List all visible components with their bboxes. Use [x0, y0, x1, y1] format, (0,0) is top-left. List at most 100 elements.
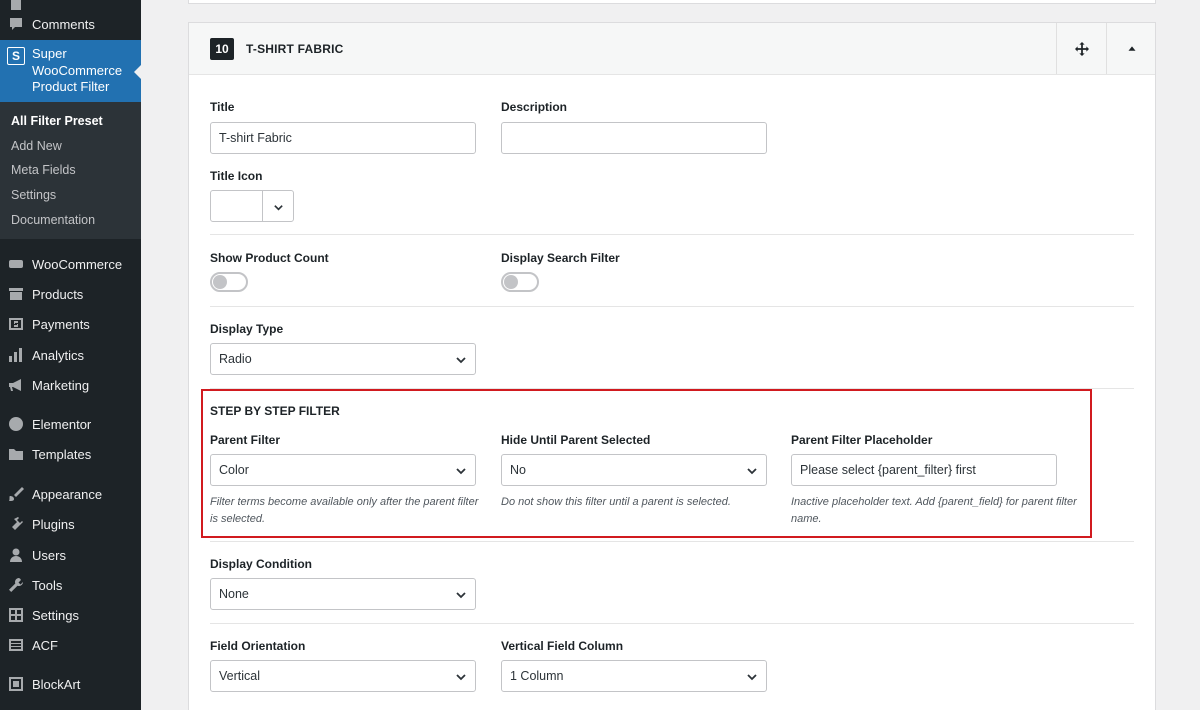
sidebar-item-label: Templates: [32, 446, 92, 462]
panel-header[interactable]: 10 T-SHIRT FABRIC: [189, 23, 1155, 75]
display-type-label: Display Type: [210, 322, 284, 336]
submenu: All Filter Preset Add New Meta Fields Se…: [0, 102, 141, 239]
sidebar-item-label: Super WooCommerce Product Filter: [32, 46, 123, 94]
display-condition-value: None: [219, 587, 249, 601]
search-filter-toggle[interactable]: [501, 272, 539, 292]
field-orientation-label: Field Orientation: [210, 639, 306, 653]
sidebar-item-payments[interactable]: Payments: [0, 311, 141, 337]
chevron-down-icon: [455, 589, 467, 601]
show-count-label: Show Product Count: [210, 251, 329, 265]
sidebar-item-comments[interactable]: Comments: [0, 11, 141, 37]
blockart-icon: [7, 675, 25, 693]
sidebar-item-acf[interactable]: ACF: [0, 632, 141, 658]
vertical-column-value: 1 Column: [510, 669, 564, 683]
toggle-knob: [504, 275, 518, 289]
move-handle[interactable]: [1056, 23, 1106, 74]
megaphone-icon: [7, 376, 25, 394]
sidebar-item-label: Tools: [32, 577, 63, 593]
comment-icon: [7, 15, 25, 33]
sidebar-item-label: Elementor: [32, 416, 92, 432]
sidebar-item-appearance[interactable]: Appearance: [0, 481, 141, 507]
title-icon-label: Title Icon: [210, 169, 263, 183]
divider: [210, 541, 1134, 542]
sidebar-item-settings[interactable]: Settings: [0, 602, 141, 628]
sidebar-item-label: Appearance: [32, 486, 103, 502]
search-filter-label: Display Search Filter: [501, 251, 620, 265]
super-s-icon: S: [7, 47, 25, 65]
title-label: Title: [210, 100, 235, 114]
users-icon: [7, 546, 25, 564]
move-icon: [1074, 41, 1089, 56]
sidebar-item-label: Settings: [32, 607, 79, 623]
sidebar-item-label: BlockArt: [32, 676, 81, 692]
acf-icon: [7, 636, 25, 654]
description-input-field[interactable]: [510, 131, 766, 145]
sidebar-item-label: Marketing: [32, 377, 90, 393]
field-orientation-value: Vertical: [219, 669, 260, 683]
sidebar-item-super-product-filter[interactable]: S Super WooCommerce Product Filter: [0, 40, 142, 102]
description-input[interactable]: [501, 122, 767, 154]
chevron-down-icon: [746, 671, 758, 683]
filter-panel: 10 T-SHIRT FABRIC Title Description Titl…: [188, 22, 1156, 710]
submenu-all-filter-preset[interactable]: All Filter Preset: [11, 114, 103, 128]
title-input[interactable]: [210, 122, 476, 154]
sidebar-item-label: Analytics: [32, 347, 85, 363]
sidebar-item-label: Payments: [32, 316, 90, 332]
sidebar-item-plugins[interactable]: Plugins: [0, 511, 141, 537]
toggle-knob: [213, 275, 227, 289]
admin-sidebar: Comments S Super WooCommerce Product Fil…: [0, 0, 142, 710]
sidebar-item-marketing[interactable]: Marketing: [0, 372, 141, 398]
chevron-down-icon: [455, 354, 467, 366]
plugin-icon: [7, 515, 25, 533]
display-type-value: Radio: [219, 352, 252, 366]
sidebar-item-label: ACF: [32, 637, 58, 653]
elementor-icon: [7, 415, 25, 433]
woo-icon: [7, 255, 25, 273]
step-filter-highlight-box: [201, 389, 1092, 538]
collapse-button[interactable]: [1106, 23, 1156, 74]
sidebar-item-label: Comments: [32, 16, 95, 32]
wrench-icon: [7, 576, 25, 594]
sidebar-item-blockart[interactable]: BlockArt: [0, 671, 141, 697]
icon-picker-divider: [262, 191, 263, 221]
title-input-field[interactable]: [219, 131, 475, 145]
active-indicator: [134, 64, 142, 80]
display-type-select[interactable]: Radio: [210, 343, 476, 375]
panel-number-badge: 10: [210, 38, 234, 60]
divider: [210, 306, 1134, 307]
sidebar-item-label: WooCommerce: [32, 256, 123, 272]
chevron-down-icon: [455, 671, 467, 683]
sidebar-item-tools[interactable]: Tools: [0, 572, 141, 598]
display-condition-select[interactable]: None: [210, 578, 476, 610]
submenu-settings[interactable]: Settings: [11, 188, 56, 202]
divider: [210, 234, 1134, 235]
display-condition-label: Display Condition: [210, 557, 312, 571]
description-label: Description: [501, 100, 568, 114]
previous-panel-edge: [188, 0, 1156, 4]
sidebar-item-woocommerce[interactable]: WooCommerce: [0, 251, 141, 277]
settings-icon: [7, 606, 25, 624]
sidebar-item-products[interactable]: Products: [0, 281, 141, 307]
divider: [210, 623, 1134, 624]
sidebar-item-label: Users: [32, 547, 66, 563]
sidebar-item-users[interactable]: Users: [0, 542, 141, 568]
sidebar-item-elementor[interactable]: Elementor: [0, 411, 141, 437]
submenu-add-new[interactable]: Add New: [11, 139, 62, 153]
sidebar-item-label: Plugins: [32, 516, 75, 532]
field-orientation-select[interactable]: Vertical: [210, 660, 476, 692]
chevron-down-icon: [273, 200, 284, 218]
folder-icon: [7, 445, 25, 463]
vertical-column-label: Vertical Field Column: [501, 639, 624, 653]
payments-icon: [7, 315, 25, 333]
analytics-icon: [7, 346, 25, 364]
title-icon-picker[interactable]: [210, 190, 294, 222]
submenu-meta-fields[interactable]: Meta Fields: [11, 163, 76, 177]
sidebar-item-analytics[interactable]: Analytics: [0, 342, 141, 368]
submenu-documentation[interactable]: Documentation: [11, 213, 95, 227]
show-count-toggle[interactable]: [210, 272, 248, 292]
caret-up-icon: [1128, 45, 1135, 51]
panel-title: T-SHIRT FABRIC: [246, 42, 344, 56]
sidebar-item-templates[interactable]: Templates: [0, 441, 141, 467]
vertical-column-select[interactable]: 1 Column: [501, 660, 767, 692]
paintbrush-icon: [7, 485, 25, 503]
